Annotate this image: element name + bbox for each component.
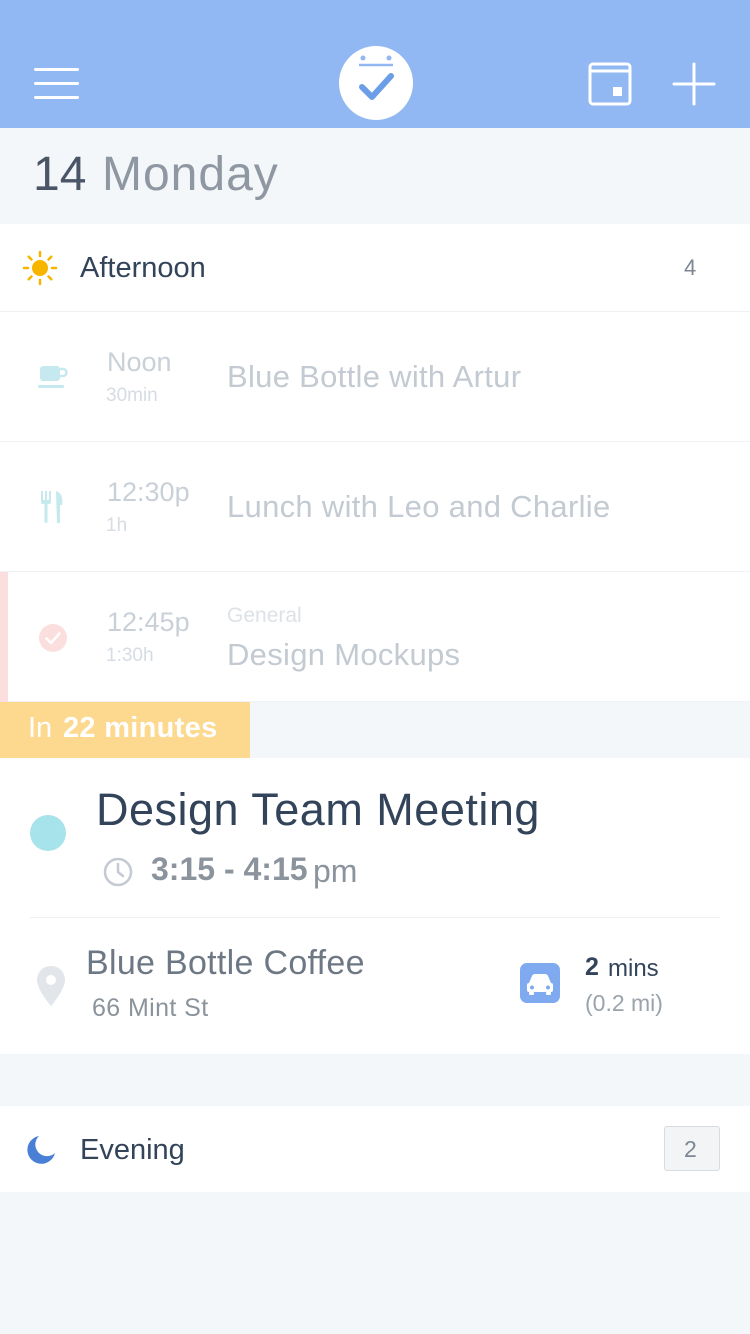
item-title: Blue Bottle with Artur [227,359,522,394]
item-time: 12:45p [107,607,190,637]
item-duration: 30min [106,385,158,406]
sun-icon [22,250,58,286]
item-title: Design Mockups [227,637,461,672]
travel-distance: (0.2 mi) [585,990,663,1016]
location-name[interactable]: Blue Bottle Coffee [86,944,365,983]
calendar-check-icon[interactable] [339,46,413,120]
travel-time-unit: mins [608,955,659,982]
afternoon-count: 4 [684,255,697,280]
hamburger-icon[interactable] [34,66,80,100]
afternoon-label: Afternoon [80,252,206,284]
event-time-range: 3:15 - 4:15 [151,851,308,887]
plus-icon[interactable] [672,62,716,106]
location-address: 66 Mint St [92,994,209,1022]
item-duration: 1h [106,515,128,536]
check-circle-icon[interactable] [38,623,68,653]
item-title: Lunch with Leo and Charlie [227,489,611,524]
date-day-name: Monday [102,148,279,201]
event-color-dot [30,815,66,851]
item-duration: 1:30h [106,645,154,666]
countdown-prefix: In [28,712,53,744]
event-title: Design Team Meeting [96,784,540,835]
car-icon[interactable] [520,963,560,1003]
moon-icon [26,1135,56,1165]
item-time: 12:30p [107,477,190,507]
item-accent-bar [0,572,8,702]
location-pin-icon [36,965,66,1007]
countdown-value: 22 minutes [63,712,218,744]
evening-count: 2 [684,1136,697,1162]
event-time-suffix: pm [313,853,358,889]
item-category: General [227,604,302,627]
fork-knife-icon [40,491,66,523]
date-day-number: 14 [33,148,87,201]
clock-icon [102,856,134,888]
item-time: Noon [107,347,172,377]
travel-time-value: 2 [585,953,599,981]
coffee-icon [38,362,68,390]
divider [30,917,720,918]
evening-label: Evening [80,1134,185,1166]
today-icon[interactable] [588,62,632,106]
